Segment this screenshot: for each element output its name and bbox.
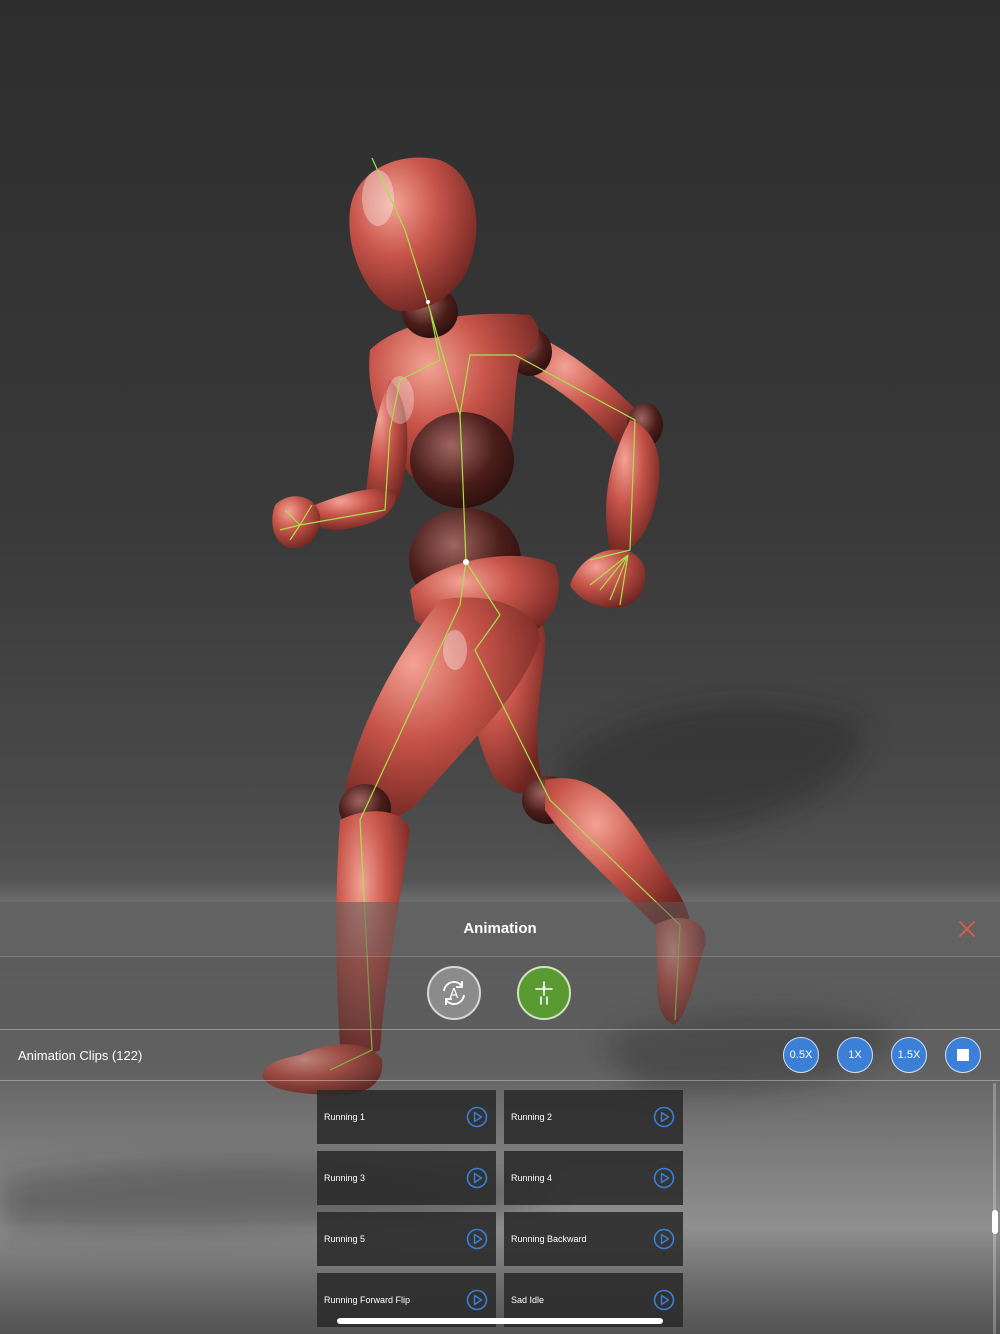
clip-item[interactable]: Running 1 xyxy=(317,1090,496,1144)
play-icon[interactable] xyxy=(466,1228,488,1250)
hip-bone-node xyxy=(463,559,469,565)
speed-1x-button[interactable]: 1X xyxy=(837,1037,873,1073)
clip-label: Running 1 xyxy=(324,1112,366,1122)
clip-label: Running 4 xyxy=(511,1173,553,1183)
play-icon[interactable] xyxy=(466,1106,488,1128)
close-button[interactable] xyxy=(956,918,978,940)
skeleton-toggle-button[interactable] xyxy=(517,966,571,1020)
clips-scrollbar-thumb[interactable] xyxy=(992,1210,998,1234)
home-indicator[interactable] xyxy=(337,1318,663,1324)
clip-label: Running 3 xyxy=(324,1173,366,1183)
play-icon[interactable] xyxy=(653,1167,675,1189)
panel-title: Animation xyxy=(463,920,537,937)
svg-text:A: A xyxy=(450,987,459,1002)
close-icon xyxy=(959,921,975,937)
back-hand xyxy=(570,549,646,609)
clip-item[interactable]: Running 5 xyxy=(317,1212,496,1266)
play-icon[interactable] xyxy=(466,1289,488,1311)
neck-bone-node xyxy=(426,300,430,304)
chest-highlight xyxy=(386,376,414,424)
clip-item[interactable]: Running 3 xyxy=(317,1151,496,1205)
clip-label: Sad Idle xyxy=(511,1295,545,1305)
stop-icon xyxy=(957,1049,969,1061)
clip-item[interactable]: Running 2 xyxy=(504,1090,683,1144)
speed-0.5x-button[interactable]: 0.5X xyxy=(783,1037,819,1073)
clips-header: Animation Clips (122) 0.5X 1X 1.5X xyxy=(0,1030,1000,1081)
play-icon[interactable] xyxy=(653,1228,675,1250)
speed-1.5x-button[interactable]: 1.5X xyxy=(891,1037,927,1073)
head-highlight xyxy=(362,170,394,226)
clip-label: Running Backward xyxy=(511,1234,587,1244)
clips-scrollbar-track[interactable] xyxy=(993,1083,996,1334)
clip-label: Running 2 xyxy=(511,1112,553,1122)
clip-item[interactable]: Running Backward xyxy=(504,1212,683,1266)
clips-count-title: Animation Clips (122) xyxy=(18,1048,143,1063)
clip-item[interactable]: Running 4 xyxy=(504,1151,683,1205)
auto-rotate-icon: A xyxy=(443,981,465,1005)
stop-button[interactable] xyxy=(945,1037,981,1073)
animation-panel-header: Animation xyxy=(0,902,1000,957)
play-icon[interactable] xyxy=(466,1167,488,1189)
thigh-highlight xyxy=(443,630,467,670)
front-forearm xyxy=(311,488,396,531)
play-icon[interactable] xyxy=(653,1289,675,1311)
clip-label: Running Forward Flip xyxy=(324,1295,411,1305)
mode-toolbar: A xyxy=(0,957,1000,1030)
skeleton-icon xyxy=(535,981,553,1005)
play-icon[interactable] xyxy=(653,1106,675,1128)
clips-grid: Running 1 Running 2 Running 3 Running 4 … xyxy=(0,1081,1000,1334)
auto-rotate-button[interactable]: A xyxy=(427,966,481,1020)
clip-label: Running 5 xyxy=(324,1234,366,1244)
